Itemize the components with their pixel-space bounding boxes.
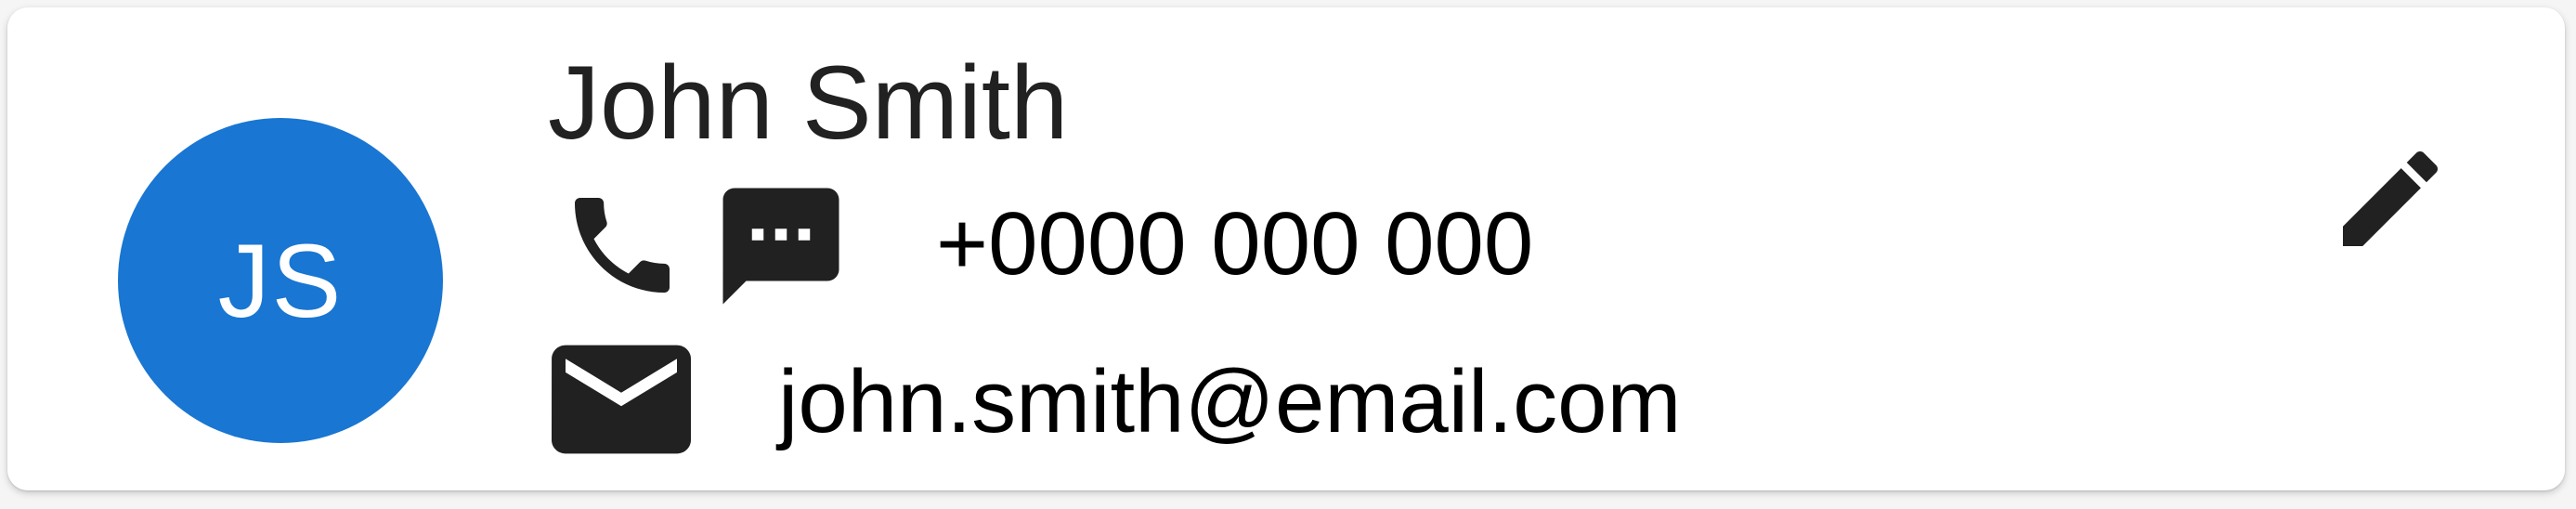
contact-name: John Smith [548,45,1069,161]
avatar: JS [118,118,443,443]
contact-card: JS John Smith +0000 000 000 john.smith@e… [7,7,2565,490]
phone-icon[interactable] [559,182,685,308]
edit-icon[interactable] [2327,136,2453,262]
avatar-initials: JS [217,222,344,339]
mail-icon[interactable] [552,342,691,457]
email-link[interactable]: john.smith@email.com [778,346,1681,458]
sms-icon[interactable] [711,176,851,316]
phone-number-link[interactable]: +0000 000 000 [936,189,1533,300]
